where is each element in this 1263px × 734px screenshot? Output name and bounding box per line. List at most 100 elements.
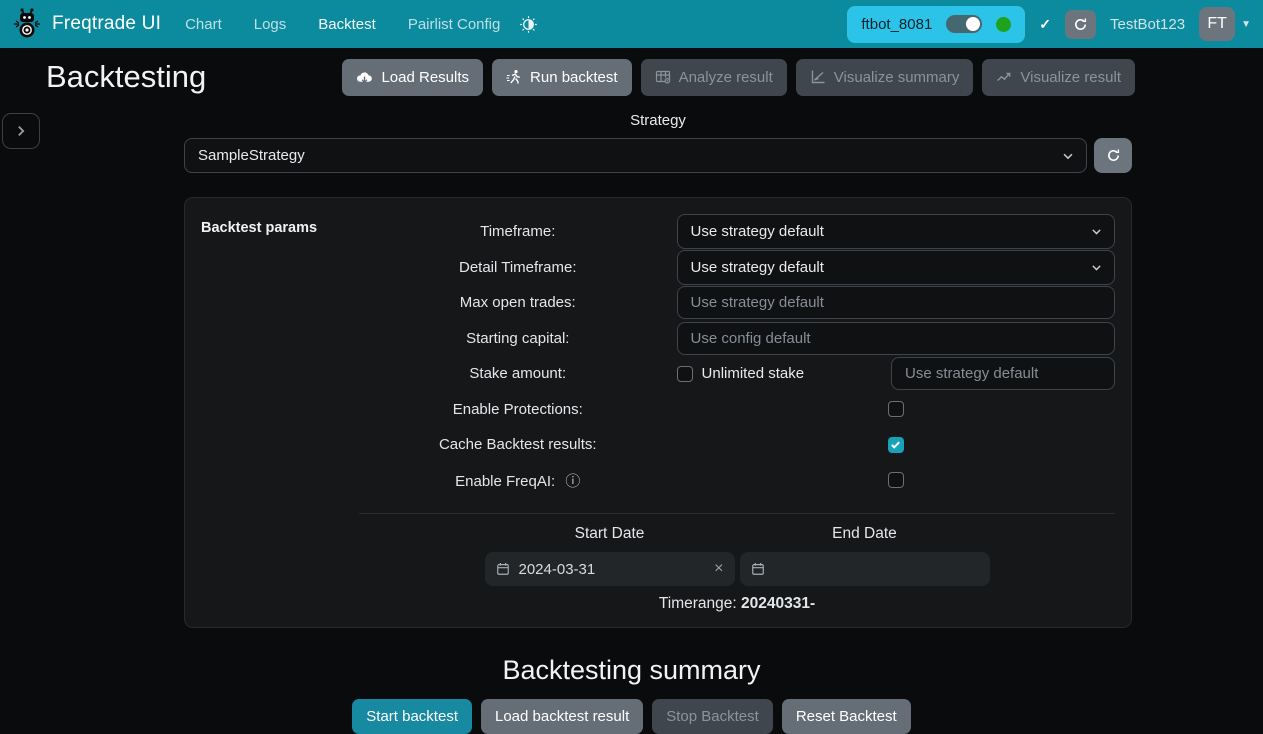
user-menu[interactable]: FT ▼ bbox=[1199, 7, 1251, 41]
chevron-down-icon bbox=[1090, 261, 1103, 274]
form-row-cache-backtest-results: Cache Backtest results: bbox=[359, 427, 1115, 463]
backtest-params-form: Timeframe: Use strategy default Detail T… bbox=[359, 214, 1115, 613]
theme-toggle-icon[interactable] bbox=[520, 16, 537, 33]
visualize-summary-button[interactable]: Visualize summary bbox=[796, 59, 974, 96]
cloud-download-icon bbox=[356, 69, 373, 86]
brand[interactable]: Freqtrade UI bbox=[12, 8, 161, 40]
button-label: Visualize result bbox=[1020, 69, 1121, 86]
cache-backtest-results-checkbox[interactable] bbox=[888, 437, 904, 453]
strategy-select[interactable]: SampleStrategy bbox=[184, 138, 1087, 173]
freqtrade-robot-logo-icon bbox=[12, 8, 42, 40]
start-date-value: 2024-03-31 bbox=[519, 561, 596, 578]
end-date-label: End Date bbox=[740, 525, 990, 543]
form-row-detail-timeframe: Detail Timeframe: Use strategy default bbox=[359, 250, 1115, 286]
timerange-display: Timerange: 20240331- bbox=[359, 595, 1115, 613]
chevron-down-icon: ▼ bbox=[1241, 19, 1251, 30]
button-label: Stop Backtest bbox=[666, 708, 759, 725]
field-label: Timeframe: bbox=[359, 223, 677, 240]
reset-backtest-button[interactable]: Reset Backtest bbox=[782, 699, 911, 734]
start-date-column: Start Date 2024-03-31 × bbox=[485, 525, 735, 586]
strategy-selected-value: SampleStrategy bbox=[198, 147, 305, 164]
timeframe-select[interactable]: Use strategy default bbox=[677, 214, 1115, 249]
nav-links: Chart Logs Backtest Pairlist Config bbox=[185, 16, 500, 33]
bot-selector[interactable]: ftbot_8081 bbox=[847, 6, 1025, 43]
button-label: Analyze result bbox=[679, 69, 773, 86]
navbar: Freqtrade UI Chart Logs Backtest Pairlis… bbox=[0, 0, 1263, 48]
run-backtest-button[interactable]: Run backtest bbox=[492, 59, 632, 96]
field-label: Enable Protections: bbox=[359, 401, 677, 418]
select-value: Use strategy default bbox=[691, 223, 824, 240]
user-avatar[interactable]: FT bbox=[1199, 7, 1235, 41]
strategy-section: Strategy SampleStrategy bbox=[184, 112, 1132, 173]
visualize-result-button[interactable]: Visualize result bbox=[982, 59, 1135, 96]
button-label: Visualize summary bbox=[834, 69, 960, 86]
nav-link-backtest[interactable]: Backtest bbox=[318, 16, 376, 33]
backtest-params-panel: Backtest params Timeframe: Use strategy … bbox=[184, 197, 1132, 628]
form-row-enable-protections: Enable Protections: bbox=[359, 392, 1115, 428]
chevron-down-icon bbox=[1090, 225, 1103, 238]
refresh-button[interactable] bbox=[1065, 10, 1096, 39]
bot-name: ftbot_8081 bbox=[861, 16, 932, 33]
summary-buttons: Start backtest Load backtest result Stop… bbox=[0, 699, 1263, 734]
run-icon bbox=[506, 69, 522, 85]
start-date-label: Start Date bbox=[485, 525, 735, 543]
select-value: Use strategy default bbox=[691, 259, 824, 276]
end-date-input[interactable] bbox=[740, 552, 990, 586]
table-gear-icon bbox=[655, 69, 671, 85]
chart-line-icon bbox=[810, 69, 826, 85]
strategy-refresh-button[interactable] bbox=[1094, 138, 1132, 173]
page-title: Backtesting bbox=[46, 59, 206, 95]
end-date-column: End Date bbox=[740, 525, 990, 586]
summary-title: Backtesting summary bbox=[0, 655, 1263, 686]
max-open-trades-input[interactable] bbox=[677, 286, 1115, 319]
bot-toggle-switch[interactable] bbox=[946, 15, 982, 33]
clear-date-icon[interactable]: × bbox=[714, 560, 723, 578]
starting-capital-input[interactable] bbox=[677, 322, 1115, 355]
sidebar-expand-button[interactable] bbox=[2, 113, 40, 149]
graph-up-icon bbox=[996, 69, 1012, 85]
chevron-down-icon bbox=[1061, 149, 1075, 163]
header-buttons: Load Results Run backtest A bbox=[342, 59, 1135, 96]
button-label: Start backtest bbox=[366, 708, 458, 725]
detail-timeframe-select[interactable]: Use strategy default bbox=[677, 250, 1115, 285]
chevron-right-icon bbox=[14, 124, 28, 138]
divider bbox=[359, 513, 1115, 514]
timerange-section: Start Date 2024-03-31 × End Date bbox=[359, 525, 1115, 586]
stop-backtest-button[interactable]: Stop Backtest bbox=[652, 699, 773, 734]
stake-amount-input[interactable] bbox=[891, 357, 1115, 390]
calendar-icon bbox=[751, 562, 765, 576]
button-label: Load backtest result bbox=[495, 708, 629, 725]
start-date-input[interactable]: 2024-03-31 × bbox=[485, 552, 735, 586]
enable-protections-checkbox[interactable] bbox=[888, 401, 904, 417]
field-label: Max open trades: bbox=[359, 294, 677, 311]
panel-legend: Backtest params bbox=[201, 214, 359, 613]
unlimited-stake-checkbox[interactable] bbox=[677, 366, 693, 382]
navbar-right: ftbot_8081 ✓ TestBot123 FT ▼ bbox=[847, 6, 1251, 43]
analyze-result-button[interactable]: Analyze result bbox=[641, 59, 787, 96]
logged-in-username: TestBot123 bbox=[1110, 16, 1185, 33]
load-results-button[interactable]: Load Results bbox=[342, 59, 483, 96]
form-row-timeframe: Timeframe: Use strategy default bbox=[359, 214, 1115, 250]
page-header: Backtesting Load Results Run backtest bbox=[0, 48, 1263, 98]
field-label-text: Enable FreqAI: bbox=[455, 473, 555, 490]
field-label: Detail Timeframe: bbox=[359, 259, 677, 276]
calendar-icon bbox=[496, 562, 510, 576]
enable-freqai-checkbox[interactable] bbox=[888, 472, 904, 488]
button-label: Reset Backtest bbox=[796, 708, 897, 725]
nav-link-logs[interactable]: Logs bbox=[254, 16, 287, 33]
strategy-label: Strategy bbox=[184, 112, 1132, 129]
app-title: Freqtrade UI bbox=[52, 13, 161, 35]
load-backtest-result-button[interactable]: Load backtest result bbox=[481, 699, 643, 734]
bot-online-status-dot bbox=[996, 17, 1011, 32]
form-row-max-open-trades: Max open trades: bbox=[359, 285, 1115, 321]
nav-link-chart[interactable]: Chart bbox=[185, 16, 222, 33]
start-backtest-button[interactable]: Start backtest bbox=[352, 699, 472, 734]
form-row-enable-freqai: Enable FreqAI: ⓘ bbox=[359, 463, 1115, 499]
nav-link-pairlist-config[interactable]: Pairlist Config bbox=[408, 16, 501, 33]
form-row-starting-capital: Starting capital: bbox=[359, 321, 1115, 357]
checkbox-label[interactable]: Unlimited stake bbox=[702, 365, 805, 382]
button-label: Load Results bbox=[381, 69, 469, 86]
form-row-stake-amount: Stake amount: Unlimited stake bbox=[359, 356, 1115, 392]
info-icon[interactable]: ⓘ bbox=[565, 473, 580, 490]
field-label: Stake amount: bbox=[359, 365, 677, 382]
